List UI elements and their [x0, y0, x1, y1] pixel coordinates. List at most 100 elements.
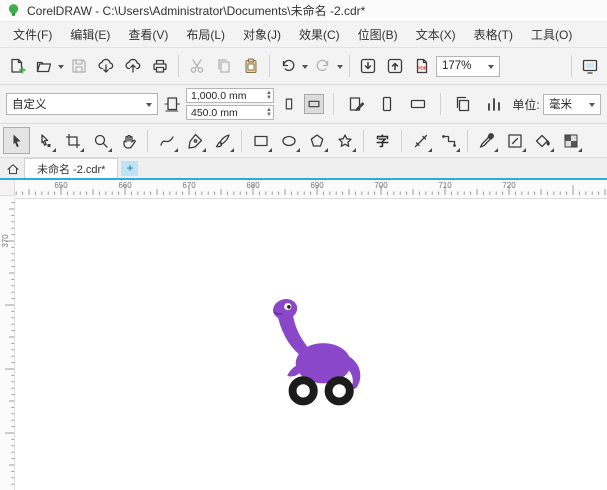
parallel-dimension-tool[interactable]: [407, 127, 434, 154]
publish-pdf-button[interactable]: PDF: [409, 53, 435, 79]
page-dimensions-icon: [164, 97, 180, 112]
page-width-field[interactable]: 1,000.0 mm ▲ ▼: [186, 88, 274, 103]
landscape-icon: [308, 100, 320, 108]
menu-view[interactable]: 查看(V): [119, 24, 177, 46]
dinosaur-drawing[interactable]: [265, 291, 371, 408]
full-screen-preview-button[interactable]: [577, 53, 603, 79]
save-icon: [72, 59, 86, 73]
all-pages-size-button[interactable]: [405, 91, 431, 117]
orientation-portrait-button[interactable]: [279, 94, 299, 114]
import-button[interactable]: [355, 53, 381, 79]
interactive-fill-tool[interactable]: [529, 127, 556, 154]
copy-button[interactable]: [211, 53, 237, 79]
document-tab-active[interactable]: 未命名 -2.cdr*: [24, 158, 119, 178]
paste-button[interactable]: [238, 53, 264, 79]
page-size-settings-button[interactable]: [343, 91, 369, 117]
menu-tools[interactable]: 工具(O): [522, 24, 581, 46]
flyout-arrow: [202, 148, 206, 152]
undo-button[interactable]: [275, 53, 301, 79]
menu-object[interactable]: 对象(J): [234, 24, 290, 46]
welcome-home-button[interactable]: [2, 159, 24, 178]
flyout-arrow: [522, 148, 526, 152]
flyout-arrow: [578, 148, 582, 152]
page-size-preset-value: 自定义: [12, 99, 47, 111]
rectangle-tool[interactable]: [247, 127, 274, 154]
eyedropper-icon: [479, 132, 494, 148]
transparency-tool[interactable]: [557, 127, 584, 154]
drawing-canvas[interactable]: [15, 199, 607, 490]
connector-tool[interactable]: [435, 127, 462, 154]
artistic-media-tool[interactable]: [209, 127, 236, 154]
print-button[interactable]: [147, 53, 173, 79]
pick-tool[interactable]: [3, 127, 30, 154]
cut-button[interactable]: [184, 53, 210, 79]
redo-dropdown-caret[interactable]: [337, 64, 343, 72]
page-height-value: 450.0 mm: [191, 106, 238, 119]
edit-page-icon: [349, 97, 365, 111]
current-page-size-button[interactable]: [374, 91, 400, 117]
units-combobox[interactable]: 毫米: [543, 93, 601, 115]
ellipse-tool[interactable]: [275, 127, 302, 154]
page-numbering-button[interactable]: [481, 91, 507, 117]
open-group: [31, 53, 65, 79]
orientation-landscape-button[interactable]: [304, 94, 324, 114]
stacked-pages-icon: [456, 96, 470, 112]
open-dropdown-caret[interactable]: [58, 64, 64, 72]
export-button[interactable]: [382, 53, 408, 79]
flyout-arrow: [494, 148, 498, 152]
chevron-down-icon: [589, 102, 595, 110]
zoom-tool[interactable]: [87, 127, 114, 154]
eyedropper-tool[interactable]: [473, 127, 500, 154]
menu-edit[interactable]: 编辑(E): [61, 24, 119, 46]
apply-to-all-pages-button[interactable]: [450, 91, 476, 117]
undo-group: [275, 53, 309, 79]
open-button[interactable]: [31, 53, 57, 79]
polygon-tool[interactable]: [303, 127, 330, 154]
dinosaur-wheel-right: [324, 376, 354, 406]
shape-tool[interactable]: [31, 127, 58, 154]
undo-dropdown-caret[interactable]: [302, 64, 308, 72]
pen-tool[interactable]: [181, 127, 208, 154]
redo-button[interactable]: [310, 53, 336, 79]
pen-nib-icon: [187, 133, 202, 149]
menu-layout[interactable]: 布局(L): [177, 24, 234, 46]
zoom-level-combobox[interactable]: 177%: [436, 55, 500, 77]
menu-effects[interactable]: 效果(C): [290, 24, 349, 46]
page-numbering-icon: [488, 98, 500, 111]
document-tab-bar: 未命名 -2.cdr* +: [0, 158, 607, 180]
toolbox-separator: [401, 129, 402, 152]
menu-bitmaps[interactable]: 位图(B): [349, 24, 407, 46]
height-stepper[interactable]: ▲ ▼: [266, 107, 272, 118]
svg-text:680: 680: [246, 181, 260, 190]
crop-tool[interactable]: [59, 127, 86, 154]
redo-icon: [316, 59, 329, 72]
width-stepper[interactable]: ▲ ▼: [266, 90, 272, 101]
page-height-field[interactable]: 450.0 mm ▲ ▼: [186, 105, 274, 120]
horizontal-ruler[interactable]: 650 660 670 680 690 700 710 720: [15, 180, 607, 199]
text-tool-icon: 字: [375, 135, 389, 150]
menu-table[interactable]: 表格(T): [465, 24, 522, 46]
menu-text[interactable]: 文本(X): [407, 24, 465, 46]
freehand-tool[interactable]: [153, 127, 180, 154]
new-document-button[interactable]: [4, 53, 30, 79]
menu-file[interactable]: 文件(F): [4, 24, 61, 46]
new-tab-button[interactable]: +: [121, 161, 139, 176]
save-button[interactable]: [66, 53, 92, 79]
page-size-preset-combobox[interactable]: 自定义: [6, 93, 158, 115]
ruler-corner[interactable]: [0, 180, 15, 196]
undo-icon: [282, 59, 295, 72]
save-to-cloud-button[interactable]: [120, 53, 146, 79]
toolbar-separator: [571, 55, 572, 77]
fill-bucket-icon: [535, 134, 550, 147]
full-screen-preview-icon: [582, 59, 598, 74]
dimension-line-icon: [414, 134, 427, 147]
text-tool[interactable]: 字: [369, 127, 396, 154]
star-tool[interactable]: [331, 127, 358, 154]
property-bar: 自定义 1,000.0 mm ▲ ▼ 450.0 mm ▲ ▼ 单位: 毫米: [0, 85, 607, 124]
outline-tool[interactable]: [501, 127, 528, 154]
pan-tool[interactable]: [115, 127, 142, 154]
flyout-arrow: [52, 148, 56, 152]
vertical-ruler[interactable]: 370: [0, 199, 15, 490]
toolbar-separator: [333, 93, 334, 115]
open-from-cloud-button[interactable]: [93, 53, 119, 79]
